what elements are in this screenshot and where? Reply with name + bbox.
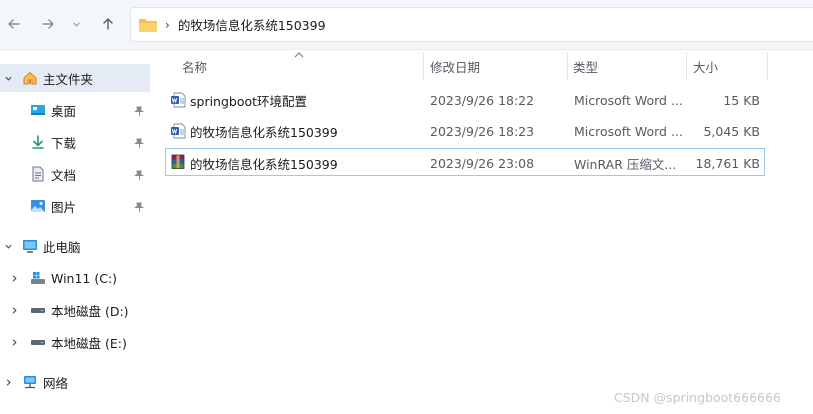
forward-arrow-icon[interactable] bbox=[36, 12, 60, 36]
desktop-icon bbox=[30, 102, 46, 118]
sidebar-item-label: 图片 bbox=[51, 199, 77, 215]
file-size: 15 KB bbox=[723, 92, 760, 108]
sidebar-item-label: 本地磁盘 (E:) bbox=[51, 335, 127, 351]
pin-icon[interactable] bbox=[134, 105, 145, 116]
table-row[interactable]: 的牧场信息化系统150399 2023/9/26 18:23 Microsoft… bbox=[165, 117, 765, 145]
navigation-bar: › 的牧场信息化系统150399 bbox=[0, 0, 813, 50]
file-name: 的牧场信息化系统150399 bbox=[190, 156, 338, 172]
file-size: 18,761 KB bbox=[695, 155, 760, 171]
column-header-type[interactable]: 类型 bbox=[573, 52, 683, 80]
document-icon bbox=[30, 166, 46, 182]
chevron-down-icon[interactable] bbox=[66, 12, 86, 36]
word-doc-icon bbox=[171, 123, 186, 139]
chevron-right-icon[interactable] bbox=[3, 377, 13, 387]
table-row-selected[interactable]: 的牧场信息化系统150399 2023/9/26 23:08 WinRAR 压缩… bbox=[165, 148, 765, 176]
file-type: Microsoft Word ... bbox=[574, 123, 683, 139]
winrar-archive-icon bbox=[171, 154, 185, 169]
column-header-size[interactable]: 大小 bbox=[693, 52, 763, 80]
sidebar-item-documents[interactable]: 文档 bbox=[0, 160, 150, 188]
breadcrumb-current[interactable]: 的牧场信息化系统150399 bbox=[178, 15, 326, 34]
chevron-right-icon[interactable] bbox=[9, 305, 19, 315]
file-date: 2023/9/26 18:22 bbox=[430, 92, 535, 108]
chevron-down-icon[interactable] bbox=[3, 73, 13, 83]
home-icon bbox=[22, 70, 38, 86]
back-arrow-icon[interactable] bbox=[2, 12, 26, 36]
pin-icon[interactable] bbox=[134, 137, 145, 148]
word-doc-icon bbox=[171, 92, 186, 108]
chevron-right-icon[interactable] bbox=[9, 337, 19, 347]
file-name: springboot环境配置 bbox=[190, 93, 308, 109]
sidebar-item-label: 文档 bbox=[51, 167, 77, 183]
sidebar-item-label: 此电脑 bbox=[43, 239, 81, 255]
column-divider[interactable] bbox=[686, 52, 687, 80]
column-header-name[interactable]: 名称 bbox=[182, 52, 422, 80]
watermark-text: CSDN @springboot666666 bbox=[614, 390, 781, 405]
table-row[interactable]: springboot环境配置 2023/9/26 18:22 Microsoft… bbox=[165, 86, 765, 114]
sidebar-item-this-pc[interactable]: 此电脑 bbox=[0, 232, 150, 260]
file-date: 2023/9/26 18:23 bbox=[430, 123, 535, 139]
sidebar-item-drive-c[interactable]: Win11 (C:) bbox=[0, 264, 150, 292]
column-divider[interactable] bbox=[767, 52, 768, 80]
sidebar-item-label: Win11 (C:) bbox=[51, 270, 118, 286]
sidebar-item-label: 网络 bbox=[43, 375, 69, 391]
chevron-right-icon[interactable] bbox=[9, 273, 19, 283]
breadcrumb-separator: › bbox=[165, 17, 170, 32]
pin-icon[interactable] bbox=[134, 201, 145, 212]
sidebar-item-downloads[interactable]: 下载 bbox=[0, 128, 150, 156]
computer-icon bbox=[22, 238, 38, 254]
navigation-pane: 主文件夹 桌面 下载 文档 图片 此电脑 Win11 (C:) 本地磁盘 (D:… bbox=[0, 50, 150, 414]
sidebar-item-drive-d[interactable]: 本地磁盘 (D:) bbox=[0, 296, 150, 324]
sidebar-item-label: 下载 bbox=[51, 135, 77, 151]
sidebar-item-home[interactable]: 主文件夹 bbox=[0, 64, 150, 92]
hard-drive-icon bbox=[30, 334, 46, 350]
column-divider[interactable] bbox=[423, 52, 424, 80]
sidebar-item-label: 主文件夹 bbox=[43, 71, 94, 87]
download-icon bbox=[30, 134, 46, 150]
file-type: WinRAR 压缩文... bbox=[574, 156, 677, 172]
folder-icon bbox=[139, 18, 157, 32]
system-drive-icon bbox=[30, 270, 46, 286]
pin-icon[interactable] bbox=[134, 169, 145, 180]
file-size: 5,045 KB bbox=[703, 123, 760, 139]
chevron-down-icon[interactable] bbox=[3, 241, 13, 251]
sidebar-item-network[interactable]: 网络 bbox=[0, 368, 150, 396]
address-bar[interactable]: › 的牧场信息化系统150399 bbox=[130, 7, 813, 42]
column-header-date[interactable]: 修改日期 bbox=[430, 52, 565, 80]
sidebar-item-drive-e[interactable]: 本地磁盘 (E:) bbox=[0, 328, 150, 356]
sidebar-item-desktop[interactable]: 桌面 bbox=[0, 96, 150, 124]
sidebar-item-label: 桌面 bbox=[51, 103, 77, 119]
network-icon bbox=[22, 374, 38, 390]
picture-icon bbox=[30, 198, 46, 214]
column-divider[interactable] bbox=[567, 52, 568, 80]
file-name: 的牧场信息化系统150399 bbox=[190, 124, 338, 140]
up-arrow-icon[interactable] bbox=[96, 12, 120, 36]
file-date: 2023/9/26 23:08 bbox=[430, 155, 535, 171]
sidebar-item-pictures[interactable]: 图片 bbox=[0, 192, 150, 220]
hard-drive-icon bbox=[30, 302, 46, 318]
sidebar-item-label: 本地磁盘 (D:) bbox=[51, 303, 129, 319]
file-type: Microsoft Word ... bbox=[574, 92, 683, 108]
